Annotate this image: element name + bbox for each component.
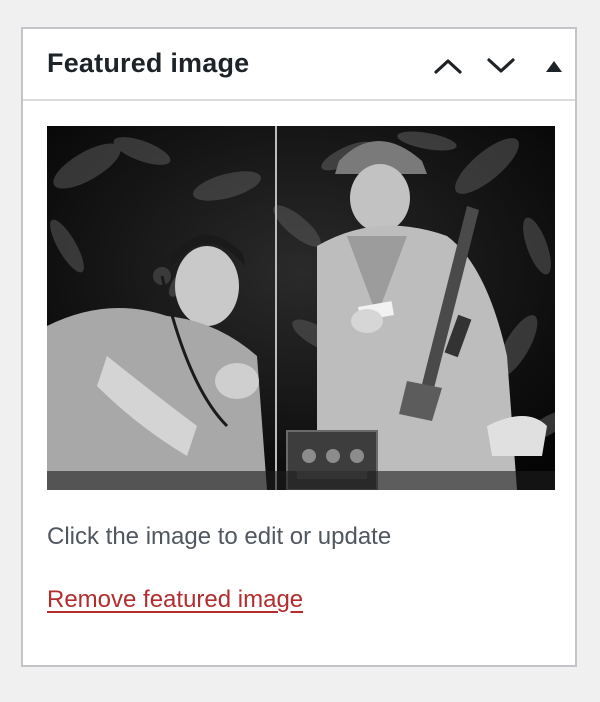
chevron-down-icon <box>487 58 515 73</box>
chevron-up-icon <box>434 59 462 74</box>
help-text: Click the image to edit or update <box>47 523 392 550</box>
toggle-panel-button[interactable] <box>537 49 571 83</box>
remove-featured-image-link[interactable]: Remove featured image <box>47 586 303 614</box>
featured-image-panel: Featured image Click the image to edit o… <box>21 27 577 667</box>
panel-title: Featured image <box>47 48 250 78</box>
triangle-up-icon <box>546 61 562 72</box>
featured-image-link[interactable] <box>47 126 555 490</box>
move-down-button[interactable] <box>484 49 518 83</box>
move-up-button[interactable] <box>431 49 465 83</box>
panel-header: Featured image <box>23 29 575 101</box>
featured-image-photo <box>47 126 555 490</box>
